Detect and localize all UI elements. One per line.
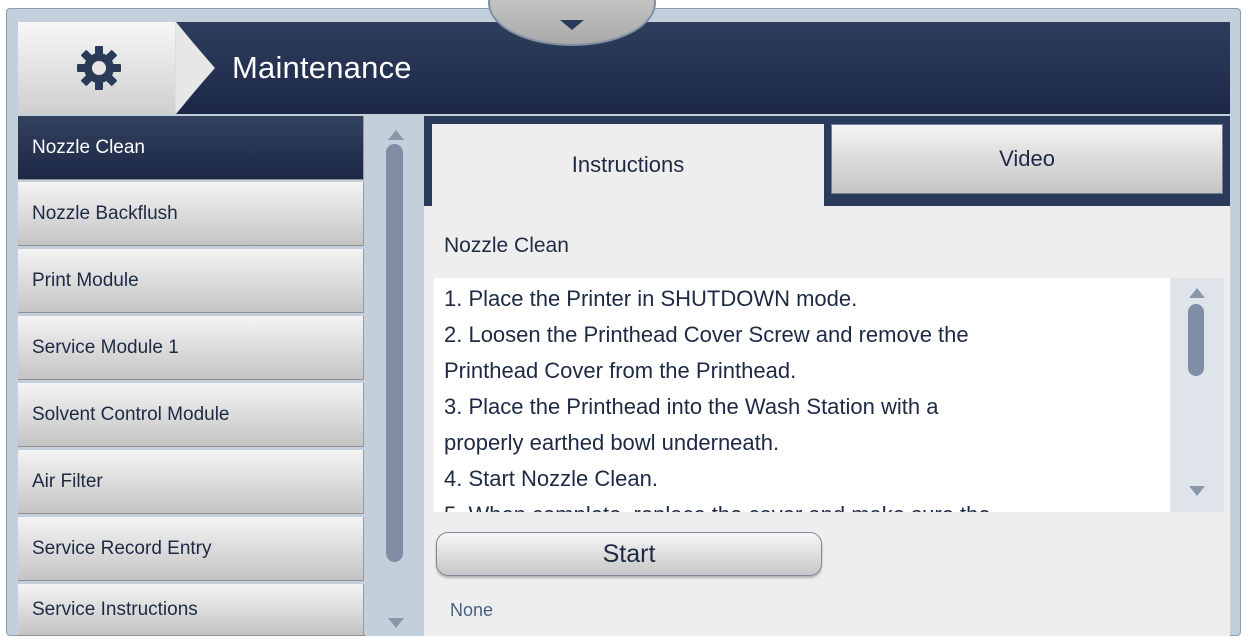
sidebar-item-nozzle-backflush[interactable]: Nozzle Backflush xyxy=(18,182,364,246)
scroll-down-arrow-icon[interactable] xyxy=(388,618,404,628)
sidebar-item-label: Solvent Control Module xyxy=(32,403,230,425)
instructions-scrollbar[interactable] xyxy=(1170,278,1224,512)
instructions-title: Nozzle Clean xyxy=(444,234,569,257)
sidebar-item-nozzle-clean[interactable]: Nozzle Clean xyxy=(18,116,364,180)
sidebar-item-label: Service Record Entry xyxy=(32,537,212,559)
page-title: Maintenance xyxy=(232,50,412,85)
instruction-line: properly earthed bowl underneath. xyxy=(444,430,780,455)
sidebar-item-service-record-entry[interactable]: Service Record Entry xyxy=(18,517,364,581)
instruction-line: 3. Place the Printhead into the Wash Sta… xyxy=(444,394,939,419)
sidebar-item-label: Nozzle Clean xyxy=(32,136,145,158)
start-button[interactable]: Start xyxy=(436,532,822,576)
instructions-text[interactable]: 1. Place the Printer in SHUTDOWN mode. 2… xyxy=(434,278,1170,512)
instruction-line: 4. Start Nozzle Clean. xyxy=(444,466,658,491)
status-text: None xyxy=(450,600,494,620)
scroll-down-arrow-icon[interactable] xyxy=(1189,486,1205,496)
sidebar-item-service-module-1[interactable]: Service Module 1 xyxy=(18,316,364,380)
sidebar-scroll-thumb[interactable] xyxy=(386,144,403,562)
sidebar-item-print-module[interactable]: Print Module xyxy=(18,249,364,313)
sidebar-item-label: Service Instructions xyxy=(32,598,198,620)
chevron-down-icon[interactable] xyxy=(560,20,584,30)
tab-video[interactable]: Video xyxy=(831,124,1223,194)
instruction-line: 1. Place the Printer in SHUTDOWN mode. xyxy=(444,286,858,311)
instruction-line: Printhead Cover from the Printhead. xyxy=(444,358,797,383)
gear-icon[interactable] xyxy=(75,44,123,92)
home-button-arrow-face[interactable] xyxy=(176,22,214,114)
scroll-up-arrow-icon[interactable] xyxy=(388,130,404,140)
sidebar-item-service-instructions[interactable]: Service Instructions xyxy=(18,584,364,636)
sidebar-item-label: Air Filter xyxy=(32,470,103,492)
sidebar-item-label: Service Module 1 xyxy=(32,336,179,358)
tab-instructions[interactable]: Instructions xyxy=(432,124,824,206)
sidebar-item-label: Nozzle Backflush xyxy=(32,202,178,224)
scroll-up-arrow-icon[interactable] xyxy=(1189,288,1205,298)
sidebar: Nozzle Clean Nozzle Backflush Print Modu… xyxy=(18,116,366,636)
sidebar-scrollbar[interactable] xyxy=(366,116,424,636)
instructions-scroll-thumb[interactable] xyxy=(1188,304,1204,376)
instruction-line: 2. Loosen the Printhead Cover Screw and … xyxy=(444,322,969,347)
instruction-line: 5. When complete, replace the cover and … xyxy=(444,502,991,512)
sidebar-item-label: Print Module xyxy=(32,269,139,291)
sidebar-item-solvent-control-module[interactable]: Solvent Control Module xyxy=(18,383,364,447)
sidebar-item-air-filter[interactable]: Air Filter xyxy=(18,450,364,514)
